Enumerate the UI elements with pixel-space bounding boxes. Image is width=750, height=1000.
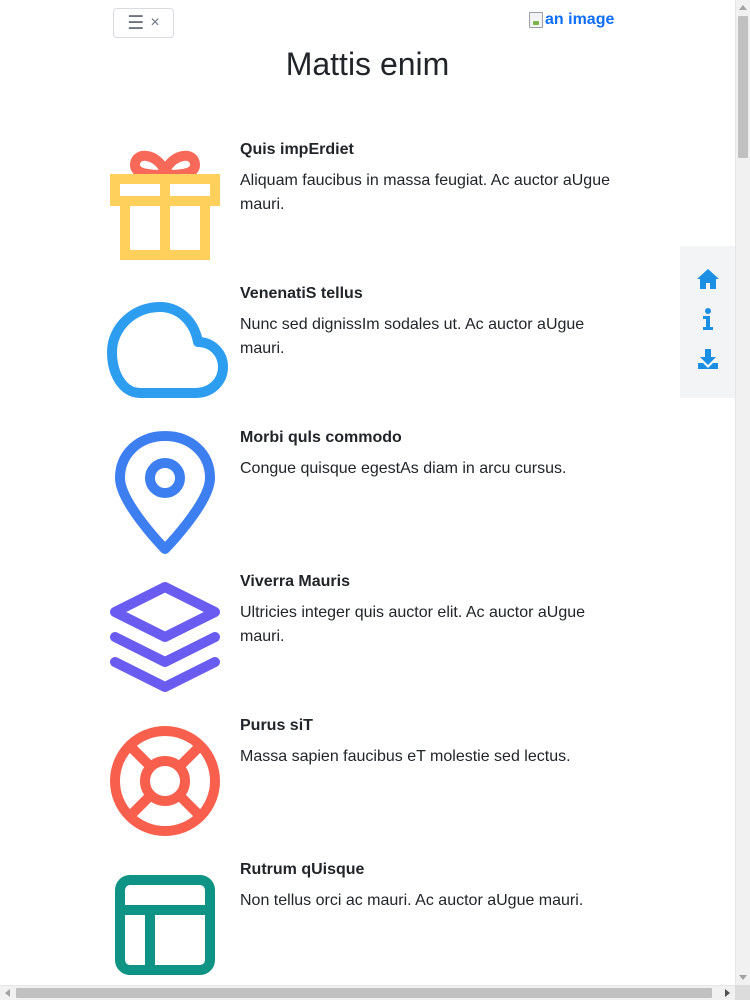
vertical-scrollbar[interactable]	[735, 0, 750, 985]
layout-icon	[100, 860, 230, 985]
feature-title: VenenatiS tellus	[240, 285, 363, 302]
feature-title: Purus siT	[240, 717, 313, 734]
feature-item: VenenatiS tellus Nunc sed dignissIm soda…	[100, 284, 620, 428]
lifebuoy-icon	[100, 716, 230, 846]
feature-text: Nunc sed dignissIm sodales ut. Ac auctor…	[240, 316, 585, 357]
hamburger-icon: ☰	[127, 12, 145, 34]
cloud-icon	[100, 284, 230, 414]
feature-list: Quis impErdiet Aliquam faucibus in massa…	[100, 140, 620, 985]
scroll-left-arrow-icon[interactable]	[5, 989, 10, 997]
gift-icon	[100, 140, 230, 270]
page-viewport: ☰ × an image Mattis enim Quis impErdiet …	[0, 0, 735, 985]
feature-item: Purus siT Massa sapien faucibus eT moles…	[100, 716, 620, 860]
feature-item: Viverra Mauris Ultricies integer quis au…	[100, 572, 620, 716]
home-button[interactable]	[695, 268, 721, 290]
side-nav	[680, 246, 735, 398]
scrollbar-corner	[735, 985, 750, 1000]
feature-title: Quis impErdiet	[240, 141, 354, 158]
page-title: Mattis enim	[285, 46, 450, 82]
map-pin-icon	[100, 428, 230, 558]
header-image-link[interactable]: an image	[529, 11, 614, 29]
feature-item: Rutrum qUisque Non tellus orci ac mauri.…	[100, 860, 620, 985]
feature-text: Non tellus orci ac mauri. Ac auctor aUgu…	[240, 892, 584, 909]
feature-text: Ultricies integer quis auctor elit. Ac a…	[240, 604, 586, 645]
feature-item: Morbi quls commodo Congue quisque egestA…	[100, 428, 620, 572]
image-alt-text: an image	[545, 11, 615, 28]
feature-text: Massa sapien faucibus eT molestie sed le…	[240, 748, 571, 765]
info-icon	[702, 308, 713, 330]
scroll-up-arrow-icon[interactable]	[739, 5, 747, 10]
feature-item: Quis impErdiet Aliquam faucibus in massa…	[100, 140, 620, 284]
home-icon	[696, 269, 719, 289]
feature-title: Rutrum qUisque	[240, 861, 365, 878]
scroll-right-arrow-icon[interactable]	[725, 989, 730, 997]
scroll-down-arrow-icon[interactable]	[739, 975, 747, 980]
sidebar-toggle-button[interactable]: ☰ ×	[113, 8, 174, 38]
feature-title: Morbi quls commodo	[240, 429, 402, 446]
download-icon	[697, 349, 718, 369]
feature-text: Congue quisque egestAs diam in arcu curs…	[240, 460, 567, 477]
close-icon: ×	[150, 14, 160, 31]
download-button[interactable]	[695, 348, 721, 370]
feature-title: Viverra Mauris	[240, 573, 350, 590]
horizontal-scrollbar-thumb[interactable]	[16, 988, 712, 998]
feature-text: Aliquam faucibus in massa feugiat. Ac au…	[240, 172, 610, 213]
broken-image-icon	[529, 12, 543, 28]
layers-icon	[100, 572, 230, 702]
horizontal-scrollbar[interactable]	[0, 985, 735, 1000]
info-button[interactable]	[695, 308, 721, 330]
vertical-scrollbar-thumb[interactable]	[738, 16, 748, 158]
